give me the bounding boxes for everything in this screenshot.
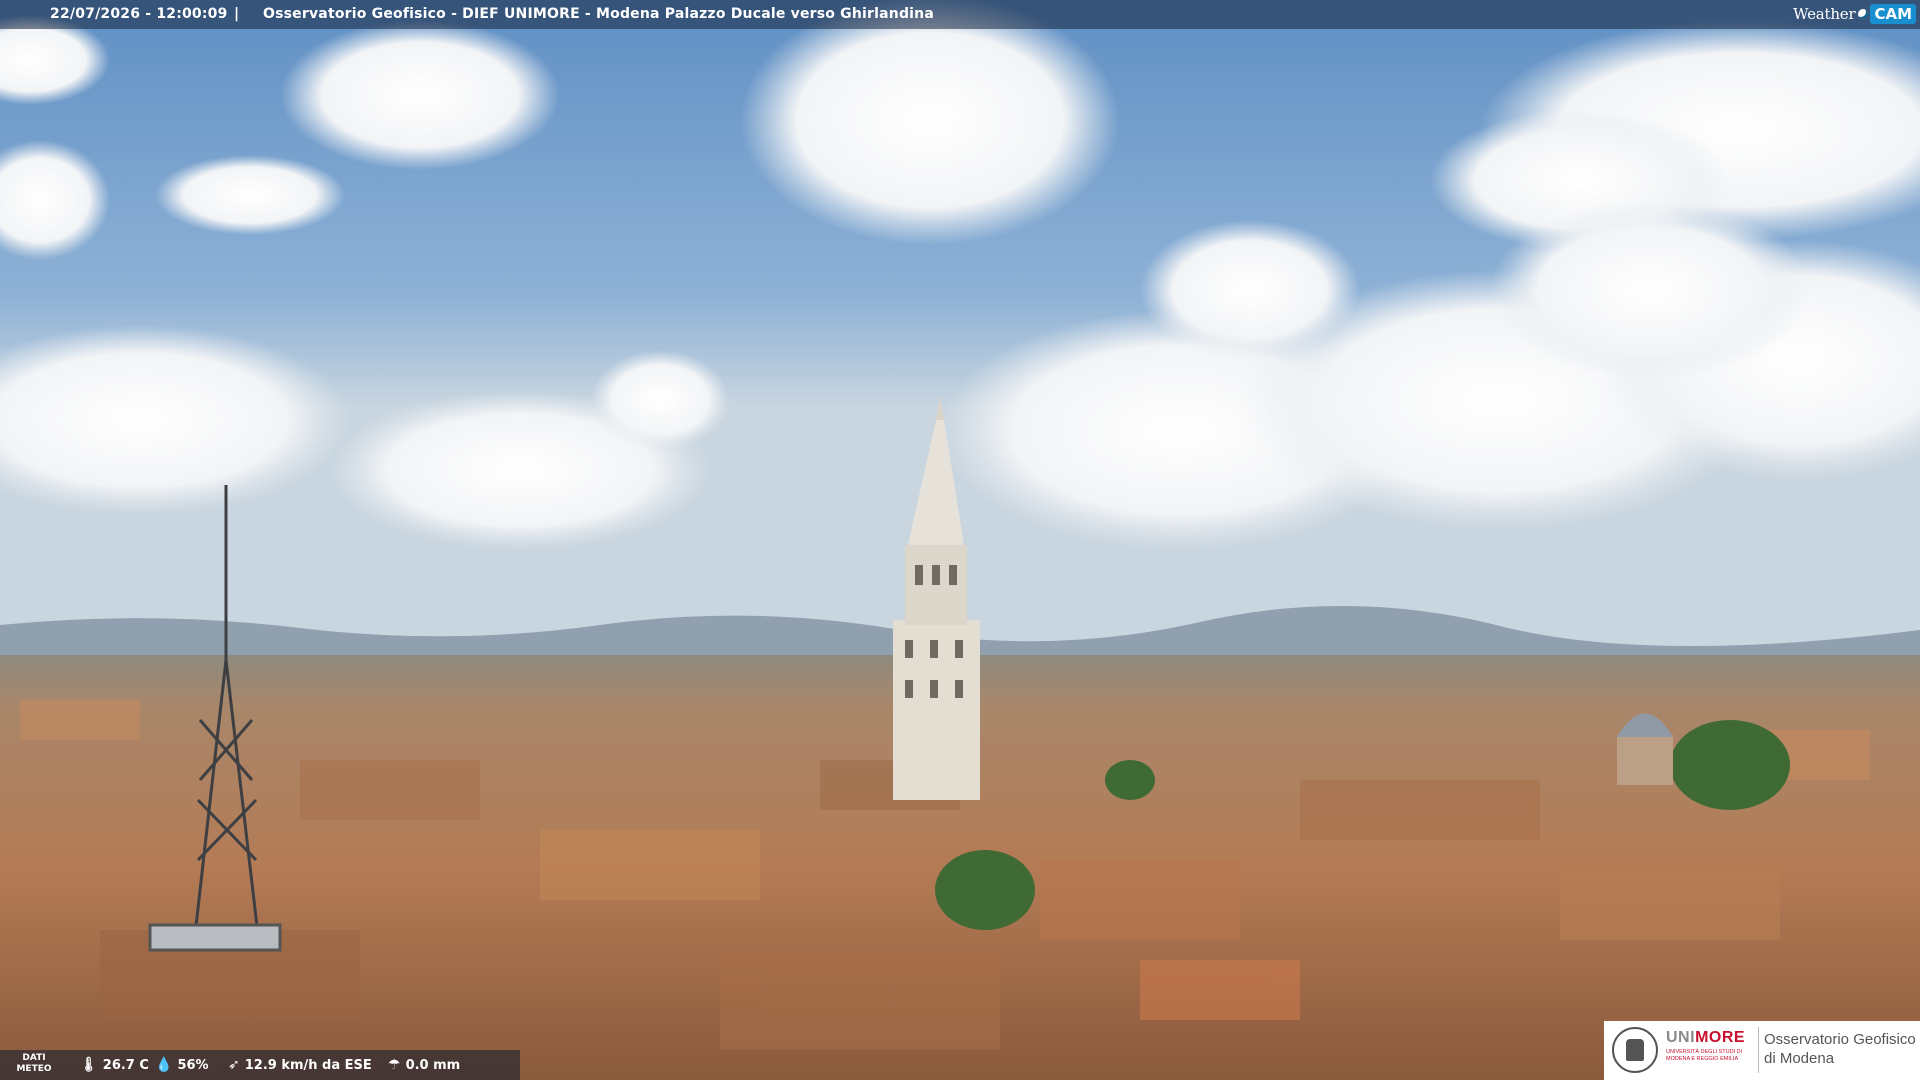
- unimore-logo-panel: UNIMORE UNIVERSITÀ DEGLI STUDI DI MODENA…: [1604, 1021, 1920, 1080]
- humidity-readout: 💧 56%: [155, 1057, 209, 1073]
- top-caption-bar: 22/07/2026 - 12:00:09 | Osservatorio Geo…: [0, 0, 1920, 29]
- logo-divider: [1758, 1027, 1759, 1073]
- thermometer-icon: 🌡: [80, 1057, 98, 1073]
- rain-icon: ☂: [388, 1057, 401, 1073]
- humidity-drop-icon: 💧: [155, 1057, 173, 1073]
- unimore-subtitle: UNIVERSITÀ DEGLI STUDI DI MODENA E REGGI…: [1666, 1049, 1743, 1062]
- timestamp: 22/07/2026 - 12:00:09: [50, 6, 228, 22]
- temperature-readout: 🌡 26.7 C: [80, 1057, 149, 1073]
- meteo-bar: DATI METEO 🌡 26.7 C 💧 56% ➶ 12.9 km/h da…: [0, 1050, 520, 1080]
- camera-title: Osservatorio Geofisico - DIEF UNIMORE - …: [263, 6, 934, 22]
- unimore-wordmark: UNIMORE: [1666, 1029, 1746, 1046]
- brand-weather-text: Weather: [1793, 5, 1856, 23]
- observatory-name: Osservatorio Geofisico di Modena: [1764, 1031, 1916, 1067]
- brand-cam-text: CAM: [1870, 4, 1916, 24]
- brand-dot-icon: [1858, 9, 1869, 19]
- university-seal-icon: [1612, 1027, 1658, 1073]
- weathercam-logo: Weather CAM: [1793, 3, 1916, 25]
- webcam-image: [0, 0, 1920, 1080]
- separator: |: [234, 6, 240, 22]
- meteo-label: DATI METEO: [16, 1053, 52, 1074]
- wind-readout: ➶ 12.9 km/h da ESE: [228, 1057, 372, 1073]
- wind-icon: ➶: [228, 1057, 240, 1073]
- rain-readout: ☂ 0.0 mm: [388, 1057, 461, 1073]
